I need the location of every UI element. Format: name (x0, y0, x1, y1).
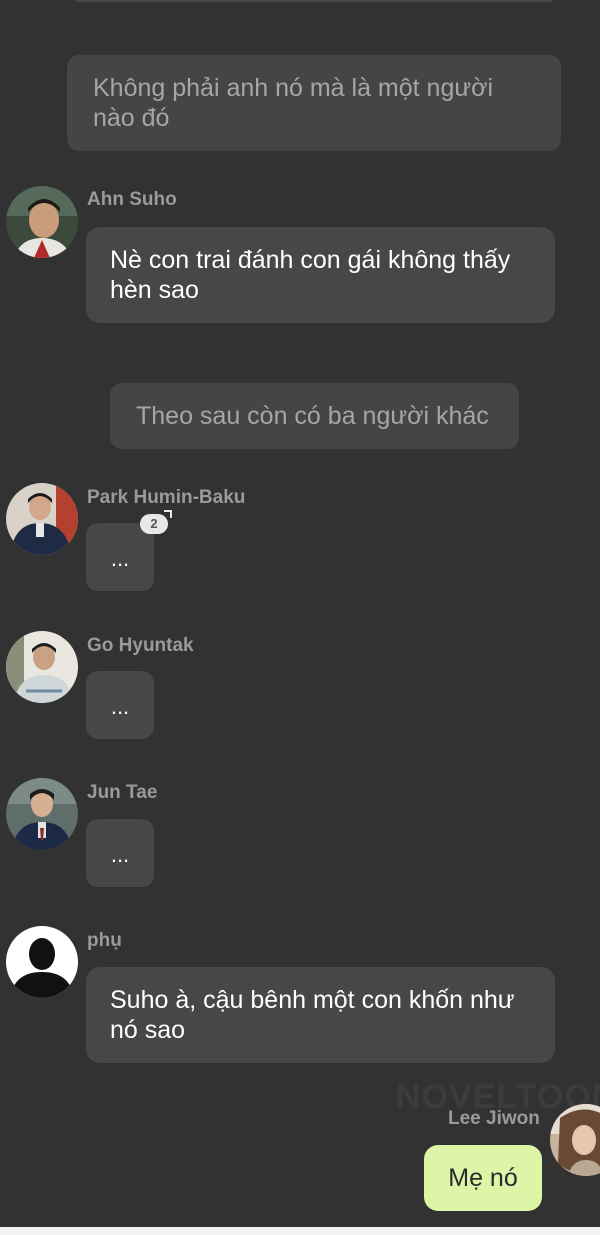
message-text: ... (110, 842, 130, 867)
narration-message: Không phải anh nó mà là một người nào đó (67, 55, 561, 151)
sender-name: Go Hyuntak (87, 635, 194, 656)
message-text: ... (110, 694, 130, 719)
message-bubble[interactable]: Nè con trai đánh con gái không thấy hèn … (86, 227, 555, 323)
narration-message: Theo sau còn có ba người khác (110, 383, 519, 449)
sender-name: Jun Tae (87, 782, 158, 803)
message-bubble[interactable]: ... (86, 671, 154, 739)
bottom-edge (0, 1227, 600, 1235)
avatar-park-humin-baku[interactable] (6, 483, 78, 555)
sender-name: Lee Jiwon (448, 1108, 540, 1129)
my-message-bubble[interactable]: Mẹ nó (424, 1145, 542, 1211)
reply-count-badge[interactable]: 2 (140, 510, 172, 534)
avatar-go-hyuntak[interactable] (6, 631, 78, 703)
message-bubble[interactable]: ... (86, 819, 154, 887)
reply-count-text: 2 (150, 516, 158, 531)
previous-message-edge (75, 0, 553, 2)
message-bubble[interactable]: ... (86, 523, 154, 591)
avatar-ahn-suho[interactable] (6, 186, 78, 258)
sender-name: phụ (87, 930, 122, 951)
narration-text: Theo sau còn có ba người khác (136, 402, 489, 430)
message-text: Mẹ nó (448, 1164, 518, 1192)
message-text: Nè con trai đánh con gái không thấy hèn … (110, 246, 511, 304)
message-text: Suho à, cậu bênh một con khốn như nó sao (110, 986, 515, 1044)
avatar-jun-tae[interactable] (6, 778, 78, 850)
silhouette-avatar-icon[interactable] (6, 926, 78, 998)
message-bubble[interactable]: Suho à, cậu bênh một con khốn như nó sao (86, 967, 555, 1063)
sender-name: Ahn Suho (87, 189, 177, 210)
message-text: ... (110, 546, 130, 571)
sender-name: Park Humin-Baku (87, 487, 246, 508)
narration-text: Không phải anh nó mà là một người nào đó (93, 74, 494, 132)
